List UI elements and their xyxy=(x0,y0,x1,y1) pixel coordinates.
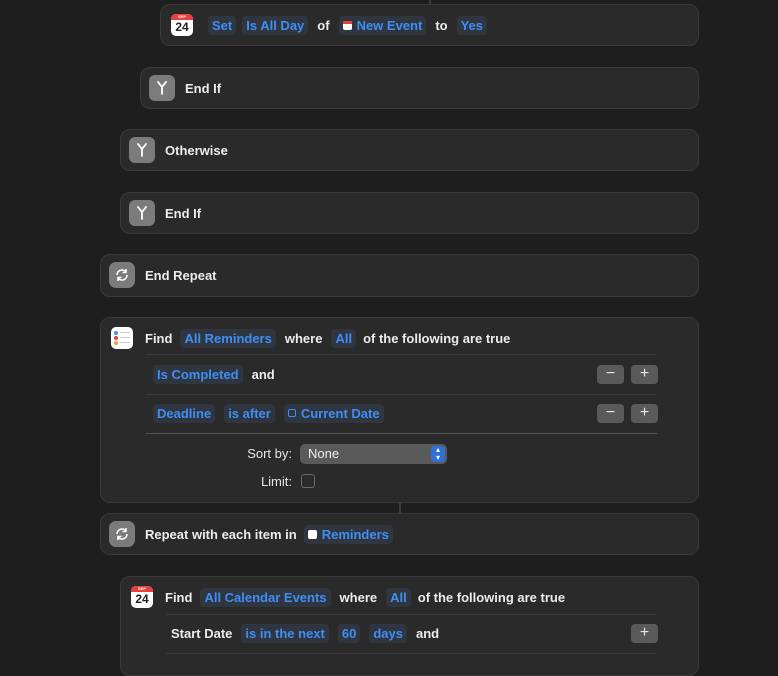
quantifier-token[interactable]: All xyxy=(386,587,411,607)
otherwise-label: Otherwise xyxy=(165,142,228,158)
set-action-card[interactable]: SEP 24 Set Is All Day of New Event to Ye… xyxy=(160,4,699,46)
calendar-icon: SEP 24 xyxy=(171,14,193,36)
set-action-token[interactable]: Set xyxy=(208,15,237,35)
otherwise-card[interactable]: Otherwise xyxy=(120,129,699,171)
remove-filter-button[interactable]: − xyxy=(597,404,624,423)
variable-token[interactable]: Reminders xyxy=(303,524,393,544)
branch-icon xyxy=(129,200,155,226)
filter-row: Start Date is in the next 60 days and xyxy=(121,614,698,652)
sort-by-label: Sort by: xyxy=(247,446,292,461)
remove-filter-button[interactable]: − xyxy=(597,365,624,384)
filter-value-token[interactable]: Current Date xyxy=(283,403,384,423)
sort-by-value: None xyxy=(308,446,340,461)
limit-label: Limit: xyxy=(260,474,292,489)
filter-property-label: Start Date xyxy=(171,625,233,641)
divider xyxy=(146,433,657,434)
value-token[interactable]: Yes xyxy=(456,15,488,35)
quantifier-token[interactable]: All xyxy=(331,328,357,348)
find-label: Find xyxy=(145,330,173,346)
calendar-icon: SEP 24 xyxy=(131,586,153,608)
and-label: and xyxy=(251,366,275,382)
suffix-label: of the following are true xyxy=(417,589,566,605)
find-events-card[interactable]: SEP 24 Find All Calendar Events where Al… xyxy=(120,576,699,676)
find-reminders-card[interactable]: Find All Reminders where All of the foll… xyxy=(100,317,699,503)
add-filter-button[interactable]: + xyxy=(631,624,658,643)
filter-operator-token[interactable]: is after xyxy=(224,403,275,423)
branch-icon xyxy=(149,75,175,101)
where-label: where xyxy=(339,589,378,605)
add-filter-button[interactable]: + xyxy=(631,404,658,423)
add-filter-button[interactable]: + xyxy=(631,365,658,384)
end-repeat-card[interactable]: End Repeat xyxy=(100,254,699,297)
reminders-icon xyxy=(307,529,317,539)
end-if-card[interactable]: End If xyxy=(140,67,699,109)
chevron-updown-icon: ▴ ▾ xyxy=(431,446,445,462)
repeat-each-card[interactable]: Repeat with each item in Reminders xyxy=(100,513,699,555)
end-repeat-label: End Repeat xyxy=(145,267,217,283)
date-icon xyxy=(287,409,296,417)
calendar-icon xyxy=(342,20,352,30)
repeat-each-label: Repeat with each item in xyxy=(145,526,297,542)
entity-token[interactable]: All Calendar Events xyxy=(200,587,331,607)
end-if-label: End If xyxy=(185,80,222,96)
entity-token[interactable]: All Reminders xyxy=(180,328,276,348)
branch-icon xyxy=(129,137,155,163)
repeat-icon xyxy=(109,521,135,547)
divider xyxy=(166,653,657,654)
reminders-icon xyxy=(111,327,133,349)
variable-token[interactable]: New Event xyxy=(338,15,427,35)
filter-property-token[interactable]: Deadline xyxy=(153,403,216,423)
sort-by-select[interactable]: None ▴ ▾ xyxy=(300,444,447,464)
suffix-label: of the following are true xyxy=(363,330,511,346)
filter-property-token[interactable]: Is Completed xyxy=(153,364,243,384)
of-label: of xyxy=(317,17,330,33)
to-label: to xyxy=(435,17,448,33)
filter-operator-token[interactable]: is in the next xyxy=(241,623,329,643)
filter-amount-token[interactable]: 60 xyxy=(337,623,361,643)
end-if-card[interactable]: End If xyxy=(120,192,699,234)
and-label: and xyxy=(416,625,440,641)
where-label: where xyxy=(284,330,323,346)
find-label: Find xyxy=(165,589,193,605)
parameter-token[interactable]: Is All Day xyxy=(242,15,309,35)
limit-checkbox[interactable] xyxy=(301,474,315,488)
filter-unit-token[interactable]: days xyxy=(369,623,407,643)
repeat-icon xyxy=(109,262,135,288)
end-if-label: End If xyxy=(165,205,202,221)
